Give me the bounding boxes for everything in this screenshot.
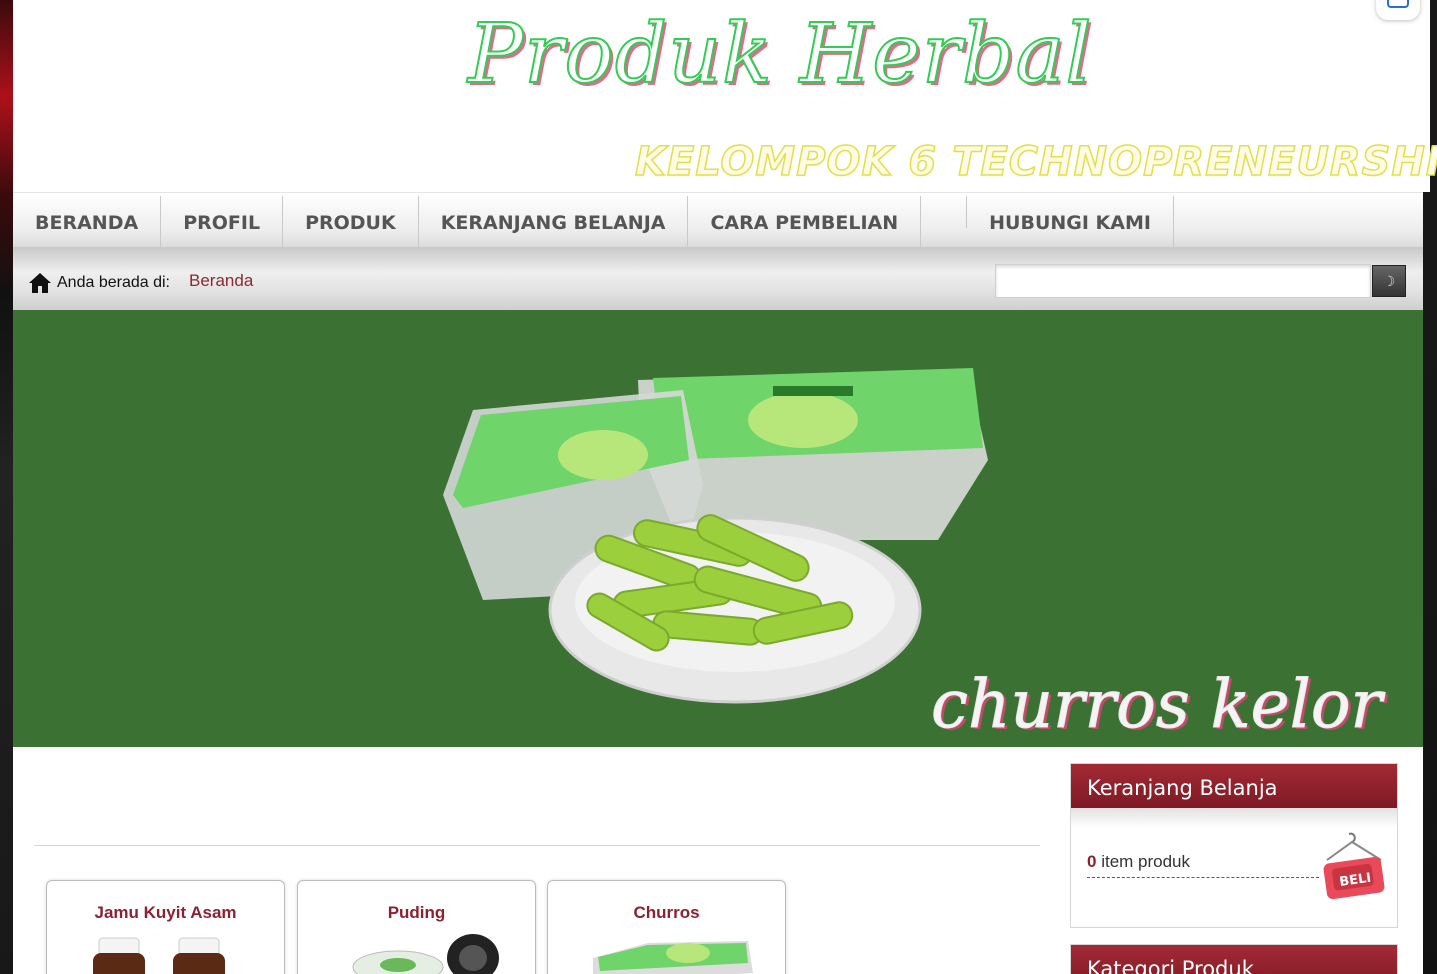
product-card[interactable]: Jamu Kuyit Asam xyxy=(46,880,285,974)
cart-widget-title: Keranjang Belanja xyxy=(1071,764,1397,808)
banner-caption: churros kelor xyxy=(931,666,1383,744)
nav-item-empty[interactable] xyxy=(921,196,968,228)
cart-widget: Keranjang Belanja 0 item produk BELI xyxy=(1070,763,1398,928)
category-widget: Kategori Produk xyxy=(1070,944,1398,974)
nav-item-cara-pembelian[interactable]: CARA PEMBELIAN xyxy=(688,196,922,248)
product-card[interactable]: Puding xyxy=(297,880,536,974)
product-name[interactable]: Jamu Kuyit Asam xyxy=(47,903,284,923)
hero-banner[interactable]: churros kelor xyxy=(13,310,1423,747)
product-image[interactable] xyxy=(548,933,787,974)
content-divider xyxy=(34,845,1040,846)
category-widget-title: Kategori Produk xyxy=(1071,945,1397,974)
product-name[interactable]: Churros xyxy=(548,903,785,923)
breadcrumb-current-link[interactable]: Beranda xyxy=(189,271,253,291)
site-subtitle: KELOMPOK 6 TECHNOPRENEURSHIP xyxy=(634,138,1437,186)
product-image[interactable] xyxy=(47,933,286,974)
search-button[interactable]: ☽ xyxy=(1372,265,1406,297)
search-icon: ☽ xyxy=(1382,272,1396,289)
cart-count-suffix: item produk xyxy=(1096,852,1191,871)
product-name[interactable]: Puding xyxy=(298,903,535,923)
search-input[interactable] xyxy=(995,264,1371,298)
nav-item-profil[interactable]: PROFIL xyxy=(161,196,284,248)
nav-item-hubungi-kami[interactable]: HUBUNGI KAMI xyxy=(967,196,1174,248)
breadcrumb-label: Anda berada di: xyxy=(57,274,170,291)
nav-item-beranda[interactable]: BERANDA xyxy=(13,196,162,248)
cart-summary[interactable]: 0 item produk xyxy=(1087,852,1319,878)
screenshot-corner-button[interactable] xyxy=(1376,0,1420,20)
main-nav: BERANDA PROFIL PRODUK KERANJANG BELANJA … xyxy=(13,192,1423,248)
nav-item-produk[interactable]: PRODUK xyxy=(283,196,419,248)
shopping-bag-icon[interactable]: BELI xyxy=(1319,830,1391,902)
home-icon[interactable] xyxy=(28,272,52,294)
product-image[interactable] xyxy=(298,933,537,974)
page: Produk Herbal KELOMPOK 6 TECHNOPRENEURSH… xyxy=(13,0,1437,974)
breadcrumb-bar: Anda berada di: Beranda ☽ xyxy=(13,247,1423,310)
site-header: Produk Herbal KELOMPOK 6 TECHNOPRENEURSH… xyxy=(13,0,1437,192)
capture-icon xyxy=(1387,0,1409,8)
product-card[interactable]: Churros xyxy=(547,880,786,974)
nav-item-keranjang-belanja[interactable]: KERANJANG BELANJA xyxy=(419,196,689,248)
site-title[interactable]: Produk Herbal xyxy=(467,0,1093,110)
